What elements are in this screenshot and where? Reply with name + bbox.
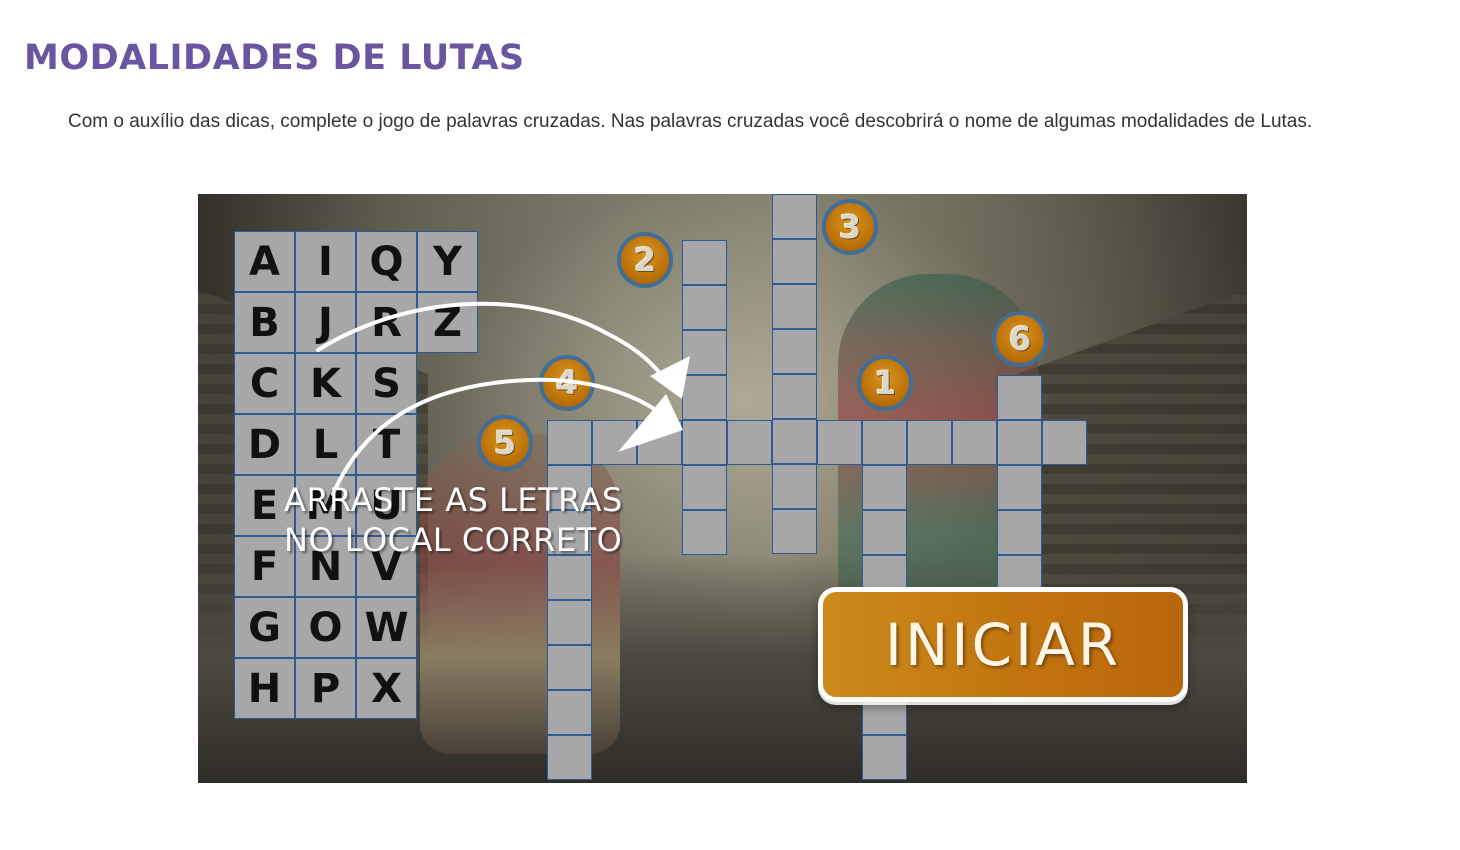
page-title: MODALIDADES DE LUTAS	[24, 38, 525, 78]
start-button[interactable]: INICIAR	[818, 587, 1188, 702]
curved-arrow-icon	[331, 377, 678, 496]
intro-paragraph: Com o auxílio das dicas, complete o jogo…	[68, 111, 1313, 132]
arrow-head-icon	[650, 356, 690, 399]
instruction-text: ARRASTE AS LETRAS NO LOCAL CORRETO	[284, 480, 644, 560]
instruction-line-2: NO LOCAL CORRETO	[284, 521, 623, 559]
arrow-head-icon	[618, 394, 683, 452]
curved-arrow-icon	[316, 301, 668, 384]
crossword-game[interactable]: ABCDEFGHIJKLMNOPQRSTUVWXYZ 123456 ARRAST…	[198, 194, 1247, 783]
instruction-line-1: ARRASTE AS LETRAS	[284, 481, 623, 519]
